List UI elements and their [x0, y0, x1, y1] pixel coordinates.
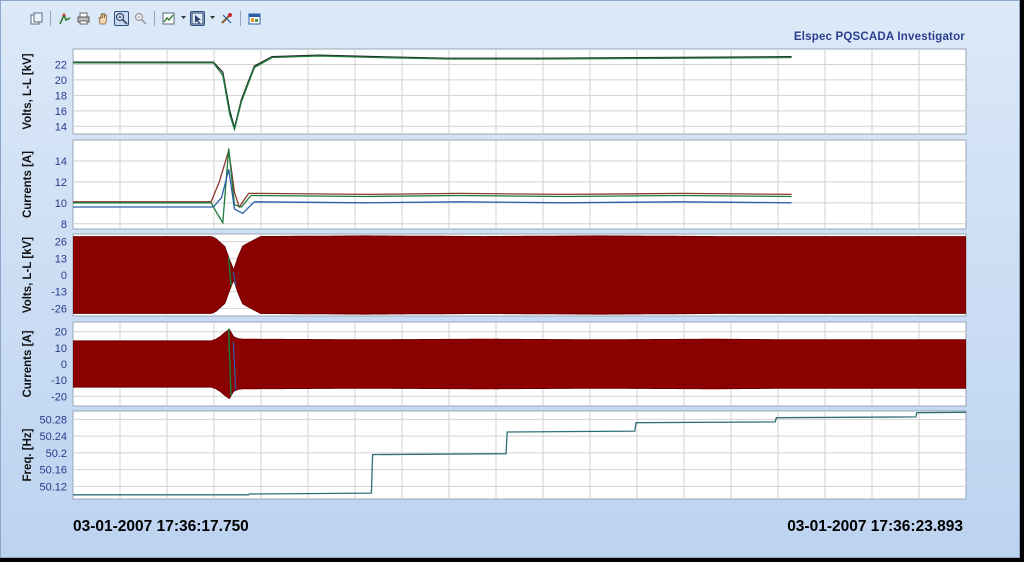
y-tick-label: 50.24	[39, 431, 67, 443]
time-end-label: 03-01-2007 17:36:23.893	[787, 518, 963, 535]
chart-panel: 50.12 50.16 50.2 50.24 50.28 Freq. [Hz]	[22, 410, 967, 500]
y-tick-label: 14	[55, 121, 67, 133]
y-tick-label: 13	[55, 253, 67, 265]
y-tick-label: 16	[55, 106, 67, 118]
y-tick-label: 50.16	[39, 465, 67, 477]
y-tick-label: -10	[51, 375, 67, 387]
y-tick-label: -20	[51, 391, 67, 403]
y-tick-label: 20	[55, 75, 67, 87]
y-axis-label: Freq. [Hz]	[22, 428, 34, 481]
waveform-envelope	[73, 235, 966, 315]
y-tick-label: 18	[55, 90, 67, 102]
chart-panel: 26 13 0 -13 -26 Volts, L-L [kV]	[22, 233, 967, 317]
chart-area[interactable]: 14 16 18 20 22 Volts, L-L [kV] 8 10 12 14 Currents…	[1, 1, 1021, 559]
chart-panel: 14 16 18 20 22 Volts, L-L [kV]	[22, 48, 967, 135]
chart-panel: 8 10 12 14 Currents [A]	[22, 139, 967, 231]
y-tick-label: 0	[61, 359, 67, 371]
y-tick-label: 12	[55, 177, 67, 189]
time-start-label: 03-01-2007 17:36:17.750	[73, 518, 249, 535]
plot-background	[72, 410, 967, 500]
y-tick-label: 20	[55, 327, 67, 339]
y-tick-label: 14	[55, 156, 67, 168]
y-tick-label: 50.12	[39, 481, 67, 493]
y-tick-label: -13	[51, 287, 67, 299]
y-tick-label: -26	[51, 303, 67, 315]
y-tick-label: 8	[61, 219, 67, 231]
chart-panel: 20 10 0 -10 -20 Currents [A]	[22, 321, 967, 407]
y-axis-label: Volts, L-L [kV]	[22, 53, 34, 129]
y-tick-label: 26	[55, 237, 67, 249]
y-tick-label: 10	[55, 198, 67, 210]
y-tick-label: 0	[61, 270, 67, 282]
y-axis-label: Currents [A]	[22, 151, 34, 218]
y-tick-label: 10	[55, 343, 67, 355]
y-axis-label: Volts, L-L [kV]	[22, 237, 34, 313]
plot-background	[72, 139, 967, 230]
y-tick-label: 50.28	[39, 414, 67, 426]
y-tick-label: 50.2	[46, 448, 67, 460]
y-axis-label: Currents [A]	[22, 330, 34, 397]
y-tick-label: 22	[55, 59, 67, 71]
app-window: Elspec PQSCADA Investigator 14 16 18 20 22 Vo…	[0, 0, 1020, 558]
plot-content	[73, 235, 966, 315]
